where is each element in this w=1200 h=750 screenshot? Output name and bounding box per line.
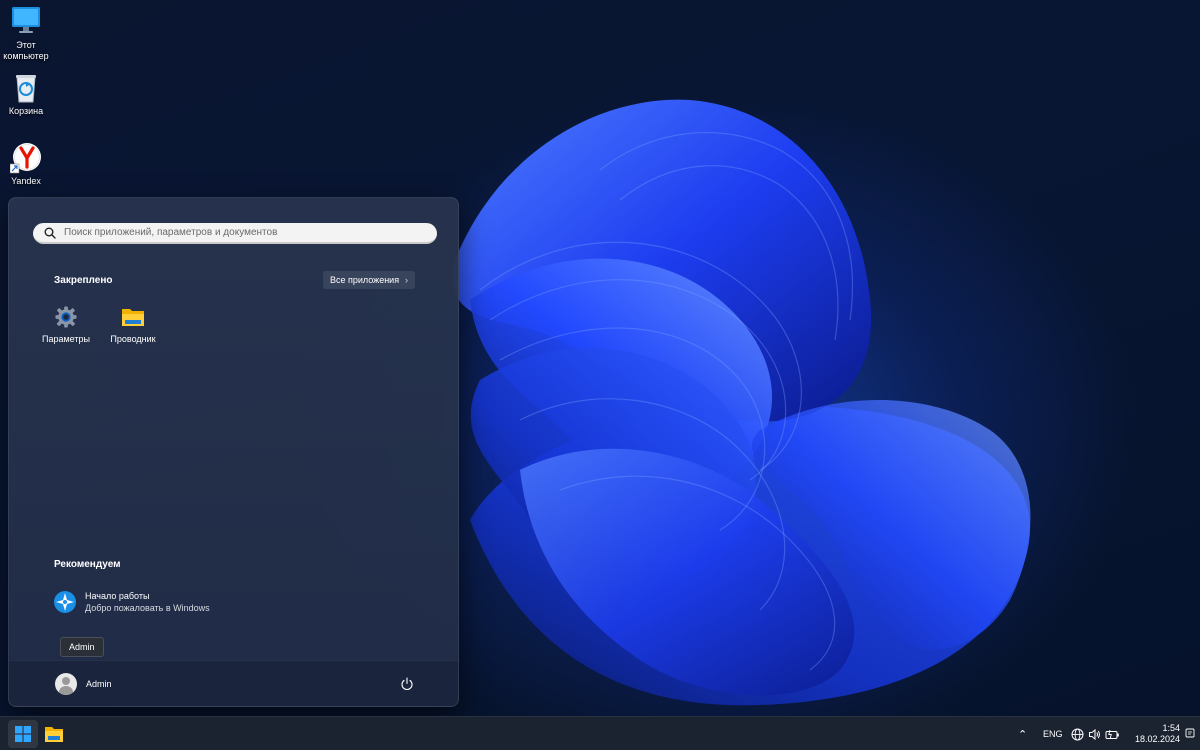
globe-network-icon [1071, 728, 1084, 740]
pinned-app-explorer[interactable]: Проводник [101, 306, 165, 344]
get-started-icon [53, 590, 77, 614]
recommended-item-title: Начало работы [85, 591, 150, 601]
pinned-app-settings[interactable]: Параметры [34, 306, 98, 344]
search-box[interactable] [33, 223, 437, 244]
user-account-button[interactable]: Admin [55, 673, 112, 695]
tray-status-group[interactable] [1071, 717, 1120, 750]
desktop-icon-label: Yandex [11, 176, 41, 186]
user-tooltip: Admin [60, 637, 104, 657]
power-button[interactable] [400, 677, 414, 691]
recommended-title: Рекомендуем [54, 559, 121, 570]
file-explorer-folder-icon [121, 306, 145, 328]
desktop-icon-label: Корзина [8, 106, 44, 116]
desktop-icon-label: Этот компьютер [3, 40, 49, 61]
pinned-title: Закреплено [54, 275, 113, 286]
desktop-icon-recycle-bin[interactable]: Корзина [0, 72, 58, 117]
pinned-app-label: Параметры [42, 334, 90, 344]
desktop-icon-yandex[interactable]: Yandex [0, 142, 58, 187]
settings-gear-icon [54, 306, 78, 328]
taskbar-file-explorer[interactable] [39, 720, 69, 748]
search-input[interactable] [64, 227, 424, 238]
recommended-item-subtitle: Добро пожаловать в Windows [85, 603, 210, 613]
notification-bell-icon[interactable] [1185, 728, 1195, 739]
monitor-icon [10, 6, 42, 36]
pinned-app-label: Проводник [110, 334, 156, 344]
start-button[interactable] [8, 720, 38, 748]
windows-logo-icon [15, 726, 31, 742]
speaker-icon [1089, 728, 1100, 740]
battery-icon [1105, 729, 1119, 739]
taskbar: ⌃ ENG 1:54 18.02.2024 [0, 716, 1200, 750]
avatar [55, 673, 77, 695]
all-apps-button[interactable]: Все приложения › [323, 271, 415, 289]
power-icon [401, 677, 413, 691]
yandex-browser-icon [9, 142, 42, 174]
folder-icon [45, 727, 63, 742]
start-menu: Закреплено Все приложения › [8, 197, 459, 707]
search-icon [44, 227, 56, 239]
clock-date: 18.02.2024 [1134, 734, 1180, 744]
user-name: Admin [86, 679, 112, 689]
chevron-right-icon: › [405, 275, 408, 285]
chevron-up-icon: ⌃ [1018, 728, 1028, 741]
tray-overflow-button[interactable]: ⌃ [1018, 717, 1027, 750]
recommended-item-get-started[interactable]: Начало работы Добро пожаловать в Windows [53, 590, 210, 614]
clock[interactable]: 1:54 18.02.2024 [1124, 723, 1180, 745]
start-menu-footer: Admin [9, 660, 458, 706]
clock-time: 1:54 [1162, 723, 1180, 733]
all-apps-label: Все приложения [330, 275, 400, 285]
desktop-icon-this-pc[interactable]: Этот компьютер [0, 6, 58, 62]
recycle-bin-icon [10, 72, 42, 103]
language-indicator[interactable]: ENG [1043, 717, 1063, 750]
